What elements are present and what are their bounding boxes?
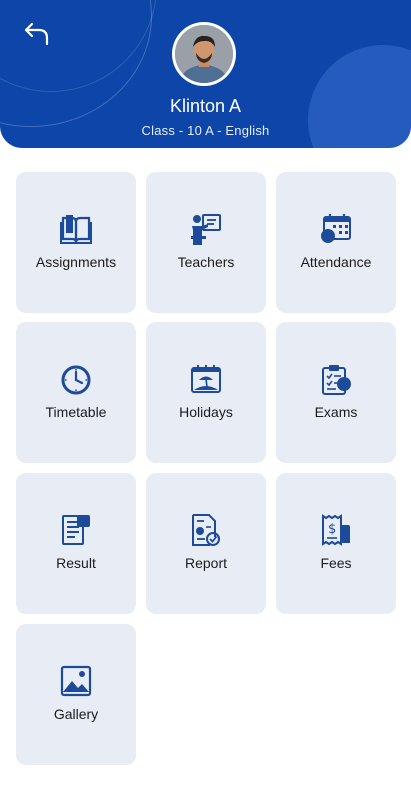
menu-tile-fees[interactable]: $ Fees [276, 473, 396, 614]
menu-tile-teachers[interactable]: Teachers [146, 172, 266, 313]
menu-tile-timetable[interactable]: Timetable [16, 322, 136, 463]
class-info: Class - 10 A - English [141, 123, 270, 138]
tile-label: Timetable [45, 404, 107, 420]
report-document-icon [190, 513, 222, 547]
tile-label: Fees [320, 555, 352, 571]
teacher-board-icon [190, 212, 222, 246]
book-icon [60, 212, 92, 246]
tile-label: Result [56, 555, 96, 571]
avatar[interactable] [172, 22, 236, 86]
tile-label: Report [184, 555, 228, 571]
menu-tile-attendance[interactable]: Attendance [276, 172, 396, 313]
tile-label: Gallery [53, 706, 99, 722]
tile-label: Exams [314, 404, 358, 420]
result-sheet-icon [60, 513, 92, 547]
clipboard-checklist-icon [320, 362, 352, 396]
tile-label: Holidays [179, 404, 233, 420]
menu-tile-assignments[interactable]: Assignments [16, 172, 136, 313]
menu-tile-exams[interactable]: Exams [276, 322, 396, 463]
menu-tile-result[interactable]: Result [16, 473, 136, 614]
menu-tile-report[interactable]: Report [146, 473, 266, 614]
calendar-user-icon [320, 212, 352, 246]
beach-calendar-icon [190, 362, 222, 396]
tile-label: Teachers [177, 254, 235, 270]
fees-receipt-icon: $ [320, 513, 352, 547]
profile-header: Klinton A Class - 10 A - English [0, 0, 411, 148]
tile-label: Assignments [35, 254, 117, 270]
image-gallery-icon [60, 664, 92, 698]
menu-tile-holidays[interactable]: Holidays [146, 322, 266, 463]
tile-label: Attendance [300, 254, 372, 270]
menu-tile-gallery[interactable]: Gallery [16, 624, 136, 765]
back-arrow-icon[interactable] [22, 20, 52, 50]
profile-name: Klinton A [169, 96, 242, 116]
clock-icon [60, 362, 92, 396]
svg-text:$: $ [328, 522, 336, 537]
